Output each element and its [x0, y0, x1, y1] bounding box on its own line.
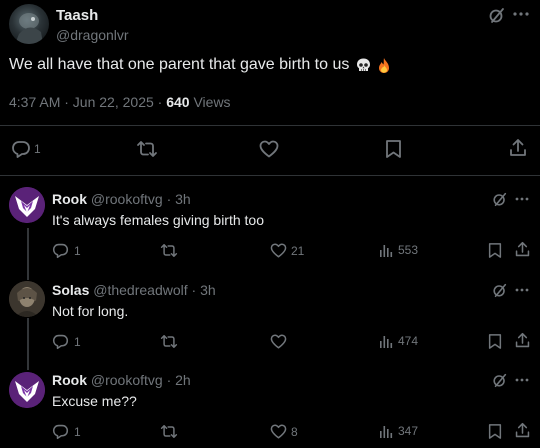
view-count: 474: [398, 334, 419, 348]
more-icon[interactable]: [513, 12, 529, 16]
views-count: 640: [166, 94, 190, 110]
reply-count: 1: [74, 243, 81, 258]
divider: [0, 125, 540, 126]
more-icon[interactable]: [515, 197, 529, 201]
main-handle[interactable]: @dragonlvr: [56, 27, 129, 43]
reply-header: Solas @thedreadwolf · 3h: [52, 282, 216, 298]
grok-icon[interactable]: [488, 6, 506, 24]
like-icon[interactable]: 21: [270, 243, 304, 258]
reply-icon[interactable]: 1: [52, 333, 81, 350]
like-count: 8: [291, 424, 298, 439]
reply-header: Rook @rookoftvg · 3h: [52, 191, 191, 207]
like-icon[interactable]: [270, 334, 291, 349]
reply-text: It's always females giving birth too: [52, 212, 264, 228]
reply-header: Rook @rookoftvg · 2h: [52, 372, 191, 388]
views-label: Views: [189, 94, 231, 110]
thread-line: [27, 318, 29, 370]
thread-line: [27, 228, 29, 280]
retweet-icon[interactable]: [160, 242, 178, 259]
bookmark-icon[interactable]: [488, 423, 502, 440]
grok-icon[interactable]: [492, 191, 508, 207]
more-icon[interactable]: [515, 378, 529, 382]
share-icon[interactable]: [514, 332, 531, 349]
reply-count: 1: [74, 424, 81, 439]
views-icon[interactable]: 553: [379, 243, 418, 257]
reply-text: Excuse me??: [52, 393, 137, 409]
reply-icon[interactable]: 1: [52, 423, 81, 440]
like-icon[interactable]: [259, 140, 279, 158]
share-icon[interactable]: [514, 422, 531, 439]
share-icon[interactable]: [508, 138, 528, 158]
like-count: 21: [291, 243, 305, 258]
reply-display-name[interactable]: Rook: [52, 372, 87, 388]
main-avatar[interactable]: [9, 4, 49, 44]
like-icon[interactable]: 8: [270, 424, 298, 439]
reply-display-name[interactable]: Rook: [52, 191, 87, 207]
retweet-icon[interactable]: [160, 333, 178, 350]
skull-emoji-icon: [355, 57, 372, 74]
main-timestamp[interactable]: 4:37 AM · Jun 22, 2025 ·: [9, 94, 166, 110]
reply-handle[interactable]: @rookoftvg · 3h: [91, 191, 191, 207]
views-icon[interactable]: 474: [379, 334, 418, 348]
reply-avatar-rook[interactable]: [9, 372, 45, 408]
reply-handle[interactable]: @thedreadwolf · 3h: [93, 282, 215, 298]
grok-icon[interactable]: [492, 372, 508, 388]
more-icon[interactable]: [515, 288, 529, 292]
reply-text: Not for long.: [52, 303, 129, 319]
bookmark-icon[interactable]: [488, 333, 502, 350]
reply-avatar-rook[interactable]: [9, 187, 45, 223]
main-tweet-text-body: We all have that one parent that gave bi…: [9, 56, 350, 73]
reply-icon[interactable]: 1: [52, 242, 81, 259]
bookmark-icon[interactable]: [385, 139, 402, 159]
retweet-icon[interactable]: [160, 423, 178, 440]
reply-handle[interactable]: @rookoftvg · 2h: [91, 372, 191, 388]
divider: [0, 175, 540, 176]
main-tweet-text: We all have that one parent that gave bi…: [9, 56, 391, 74]
retweet-icon[interactable]: [136, 139, 158, 159]
grok-icon[interactable]: [492, 282, 508, 298]
reply-display-name[interactable]: Solas: [52, 282, 89, 298]
fire-emoji-icon: [377, 57, 391, 74]
bookmark-icon[interactable]: [488, 242, 502, 259]
view-count: 553: [398, 243, 419, 257]
main-display-name[interactable]: Taash: [56, 7, 98, 24]
reply-icon[interactable]: 1: [11, 139, 41, 159]
reply-avatar-solas[interactable]: [9, 281, 45, 317]
main-reply-count: 1: [34, 142, 41, 156]
views-icon[interactable]: 347: [379, 424, 418, 438]
share-icon[interactable]: [514, 241, 531, 258]
main-timestamp-row: 4:37 AM · Jun 22, 2025 · 640 Views: [9, 94, 231, 110]
view-count: 347: [398, 424, 419, 438]
reply-count: 1: [74, 334, 81, 349]
